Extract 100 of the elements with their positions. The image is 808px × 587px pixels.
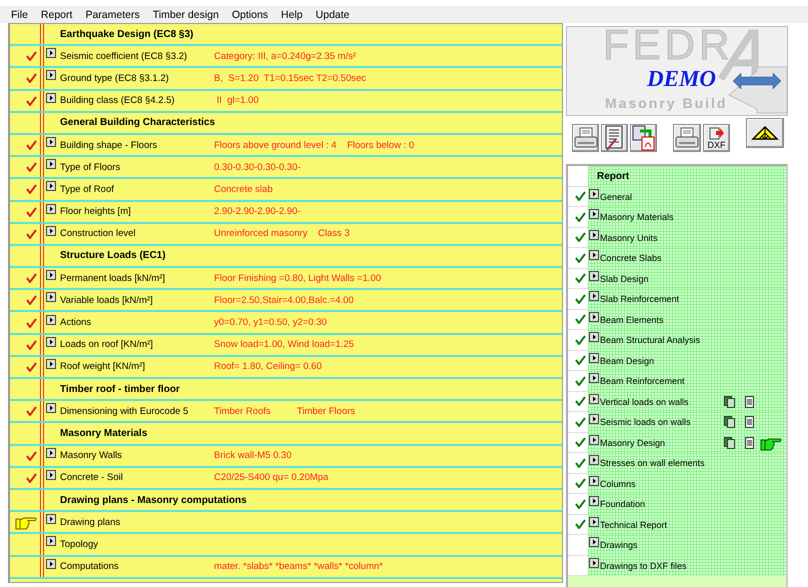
expand-icon[interactable]: [46, 92, 56, 103]
expand-icon[interactable]: [46, 204, 56, 214]
parameter-label[interactable]: Type of Roof: [60, 184, 214, 195]
toolbar-button[interactable]: [572, 124, 599, 152]
section-heading: Timber roof - timber floor: [60, 384, 180, 395]
document-icon: [604, 125, 626, 151]
parameter-value: 0.30-0.30-0.30-0.30-: [214, 162, 301, 173]
expand-icon[interactable]: [46, 470, 56, 480]
expand-icon[interactable]: [589, 230, 599, 240]
parameter-value: Brick wall-M5 0.30: [214, 450, 292, 462]
printer-icon: [574, 127, 598, 149]
export-arrow-icon: [708, 126, 724, 140]
expand-icon[interactable]: [589, 537, 599, 548]
expand-icon[interactable]: [589, 209, 599, 220]
parameter-label[interactable]: Computations: [60, 561, 214, 572]
expand-icon[interactable]: [589, 312, 599, 322]
expand-icon[interactable]: [46, 448, 56, 458]
expand-icon[interactable]: [589, 434, 599, 445]
menu-item[interactable]: Parameters: [78, 8, 146, 20]
menu-item[interactable]: Timber design: [146, 8, 225, 20]
parameter-value: Concrete slab: [214, 184, 273, 195]
expand-icon[interactable]: [589, 516, 599, 527]
menu-item[interactable]: Help: [274, 8, 309, 20]
parameter-label[interactable]: Dimensioning with Eurocode 5: [60, 406, 214, 417]
expand-icon[interactable]: [46, 403, 56, 414]
parameter-label[interactable]: Permanent loads [kN/m²]: [60, 272, 214, 284]
expand-icon[interactable]: [589, 352, 599, 363]
expand-icon[interactable]: [589, 414, 599, 424]
toolbar-button[interactable]: [673, 124, 701, 152]
expand-icon[interactable]: [46, 514, 56, 524]
parameter-value: Category: III, a=0.240g=2.35 m/s²: [214, 50, 356, 62]
toolbar-button[interactable]: DXF: [703, 124, 730, 152]
parameter-value: Unreinforced masonry Class 3: [214, 228, 350, 240]
pdf-export-icon: [632, 125, 656, 151]
parameter-label[interactable]: Ground type (EC8 §3.1.2): [60, 72, 214, 84]
expand-icon[interactable]: [589, 332, 599, 342]
menu-item[interactable]: Report: [34, 8, 78, 20]
section-heading: General Building Characteristics: [60, 117, 216, 128]
expand-icon[interactable]: [46, 536, 56, 546]
parameter-label[interactable]: Type of Floors: [60, 162, 214, 173]
toolbar-button[interactable]: [746, 118, 784, 148]
parameter-label[interactable]: Topology: [60, 538, 214, 550]
expand-icon[interactable]: [46, 336, 56, 347]
document-icon[interactable]: [745, 416, 754, 428]
expand-icon[interactable]: [589, 270, 599, 281]
expand-icon[interactable]: [589, 496, 599, 506]
parameter-label[interactable]: Variable loads [kN/m²]: [60, 294, 214, 306]
parameter-value: Floors above ground level : 4 Floors below : 0: [214, 140, 414, 151]
parameter-value: B, S=1.20 T1=0.15sec T2=0.50sec: [214, 72, 366, 84]
expand-icon[interactable]: [589, 291, 599, 302]
document-icon[interactable]: [745, 396, 754, 408]
expand-icon[interactable]: [46, 70, 56, 80]
menu-item[interactable]: File: [4, 8, 34, 20]
parameter-label[interactable]: Concrete - Soil: [60, 472, 214, 484]
expand-icon[interactable]: [46, 137, 56, 148]
parameter-value: Floor=2.50,Stair=4.00,Balc.=4.00: [214, 294, 354, 306]
expand-icon[interactable]: [46, 314, 56, 325]
parameter-value: y0=0.70, y1=0.50, y2=0.30: [214, 317, 327, 328]
parameter-label[interactable]: Actions: [60, 317, 214, 328]
parameter-label[interactable]: Masonry Walls: [60, 450, 214, 462]
parameter-value: C20/25-S400 qu= 0.20Mpa: [214, 472, 328, 484]
expand-icon[interactable]: [589, 394, 599, 404]
expand-icon[interactable]: [46, 226, 56, 236]
parameter-label[interactable]: Building shape - Floors: [60, 140, 214, 151]
menu-item[interactable]: Options: [224, 8, 274, 20]
parameter-label[interactable]: Building class (EC8 §4.2.5): [60, 95, 214, 106]
toolbar-button[interactable]: [630, 124, 657, 152]
dxf-label: DXF: [708, 140, 726, 150]
parameter-label[interactable]: Drawing plans: [60, 516, 214, 528]
logo-subtitle: Masonry Build: [605, 95, 728, 111]
expand-icon[interactable]: [589, 558, 599, 568]
expand-icon[interactable]: [46, 270, 56, 280]
parameter-value: Roof= 1.80, Ceiling= 0.60: [214, 361, 322, 372]
parameter-value: 2.90-2.90-2.90-2.90-: [214, 206, 301, 218]
expand-icon[interactable]: [46, 358, 56, 369]
expand-icon[interactable]: [589, 455, 599, 466]
expand-icon[interactable]: [46, 292, 56, 302]
section-heading: Structure Loads (EC1): [60, 250, 166, 262]
expand-icon[interactable]: [589, 476, 599, 486]
expand-icon[interactable]: [46, 558, 56, 569]
parameter-label[interactable]: Construction level: [60, 228, 214, 240]
expand-icon[interactable]: [589, 250, 599, 260]
printer-icon: [675, 127, 699, 149]
expand-icon[interactable]: [589, 188, 599, 199]
menu-item[interactable]: Update: [308, 8, 356, 20]
toolbar-button[interactable]: [601, 124, 628, 152]
parameter-label[interactable]: Loads on roof [KN/m²]: [60, 339, 214, 350]
section-heading: Earthquake Design (EC8 §3): [60, 28, 194, 40]
copy-document-icon[interactable]: [724, 396, 735, 408]
expand-icon[interactable]: [46, 181, 56, 192]
expand-icon[interactable]: [46, 48, 56, 58]
parameter-label[interactable]: Seismic coefficient (EC8 §3.2): [60, 50, 214, 62]
report-title: Report: [596, 170, 630, 182]
copy-document-icon[interactable]: [724, 436, 735, 449]
document-icon[interactable]: [745, 436, 754, 449]
copy-document-icon[interactable]: [724, 416, 735, 428]
expand-icon[interactable]: [46, 159, 56, 170]
parameter-label[interactable]: Roof weight [KN/m²]: [60, 361, 214, 372]
expand-icon[interactable]: [589, 373, 599, 384]
parameter-label[interactable]: Floor heights [m]: [60, 206, 214, 218]
